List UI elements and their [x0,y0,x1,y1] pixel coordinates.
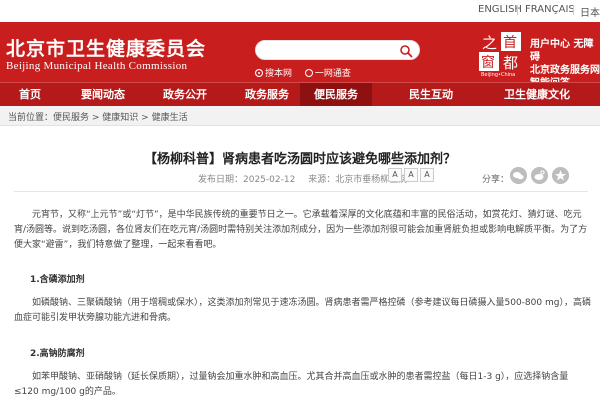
divider [14,191,588,192]
radio-empty-icon [304,69,313,77]
nav-health-culture[interactable]: 卫生健康文化 [482,83,592,107]
site-header: 北京市卫生健康委员会 Beijing Municipal Health Comm… [0,22,600,89]
logo-char: 窗 [481,54,495,71]
search-input[interactable] [264,43,394,59]
article-title: 【杨柳科普】肾病患者吃汤圆时应该避免哪些添加剂？ [143,152,456,167]
breadcrumb-separator: > [89,113,103,123]
lang-english-link[interactable]: ENGLISH [478,4,522,15]
breadcrumb-item[interactable]: 便民服务 [53,113,89,123]
search-scope: 搜本网 一网通查 [255,66,361,79]
publish-date: 发布日期：2025-02-12 [198,175,296,185]
share-label: 分享： [482,175,510,185]
main-nav: 首页 要闻动态 政务公开 政务服务 便民服务 民生互动 卫生健康文化 [0,82,600,107]
section-heading: 1.含磷添加剂 [30,275,85,285]
qzone-share-icon[interactable] [552,167,569,184]
nav-interaction[interactable]: 民生互动 [398,83,464,107]
article-meta: 发布日期：2025-02-12 来源：北京市垂杨柳医院 [198,172,417,185]
logo-char: 首 [503,35,517,51]
breadcrumb-prefix: 当前位置： [8,113,54,123]
nav-news[interactable]: 要闻动态 [70,83,136,107]
nav-convenience-service[interactable]: 便民服务 [300,83,372,107]
lang-separator [517,5,518,15]
weibo-share-icon[interactable] [531,167,548,184]
font-decrease-button[interactable]: A [420,168,434,182]
search-scope-site[interactable]: 搜本网 [255,69,292,79]
top-utility-bar: ENGLISH FRANÇAIS 日本 [0,0,600,22]
article-paragraph: 如磷酸钠、三聚磷酸钠（用于增稠或保水），这类添加剂常见于速冻汤圆。肾病患者需严格… [14,298,591,323]
lang-separator [573,5,574,15]
site-title-english: Beijing Municipal Health Commission [6,60,188,72]
wechat-share-icon[interactable] [510,167,527,184]
search-box [255,40,420,60]
breadcrumb: 当前位置：便民服务 > 健康知识 > 健康生活 [0,106,600,126]
nav-gov-info[interactable]: 政务公开 [152,83,218,107]
lang-french-link[interactable]: FRANÇAIS [525,4,575,15]
breadcrumb-item[interactable]: 健康知识 [102,113,138,123]
section-heading: 2.高钠防腐剂 [30,349,85,359]
nav-home[interactable]: 首页 [6,83,54,107]
radio-selected-icon [255,69,263,77]
site-title[interactable]: 北京市卫生健康委员会 [6,34,206,61]
nav-gov-service[interactable]: 政务服务 [234,83,300,107]
article-paragraph: 如苯甲酸钠、亚硝酸钠（延长保质期），过量钠会加重水肿和高血压。尤其合并高血压或水… [14,372,569,397]
breadcrumb-item[interactable]: 健康生活 [152,113,188,123]
font-default-button[interactable]: A [404,168,418,182]
user-center-link[interactable]: 用户中心 无障碍 [530,38,600,64]
beijing-gov-service-link[interactable]: 北京政务服务网 [530,64,600,77]
logo-char: 都 [503,54,518,72]
article-intro: 元宵节，又称“上元节”或“灯节”，是中华民族传统的重要节日之一。它承载着深厚的文… [14,210,588,250]
search-scope-all[interactable]: 一网通查 [304,69,351,79]
search-icon[interactable] [399,44,413,58]
lang-japanese-link[interactable]: 日本 [580,4,600,19]
breadcrumb-separator: > [138,113,152,123]
logo-char: 之 [482,34,497,52]
capital-window-logo-icon[interactable]: 之 首 窗 都 [476,30,524,74]
font-increase-button[interactable]: A [388,168,402,182]
breadcrumb-trail: 当前位置：便民服务 > 健康知识 > 健康生活 [8,110,188,123]
logo-caption: Beijing•China [481,72,516,78]
